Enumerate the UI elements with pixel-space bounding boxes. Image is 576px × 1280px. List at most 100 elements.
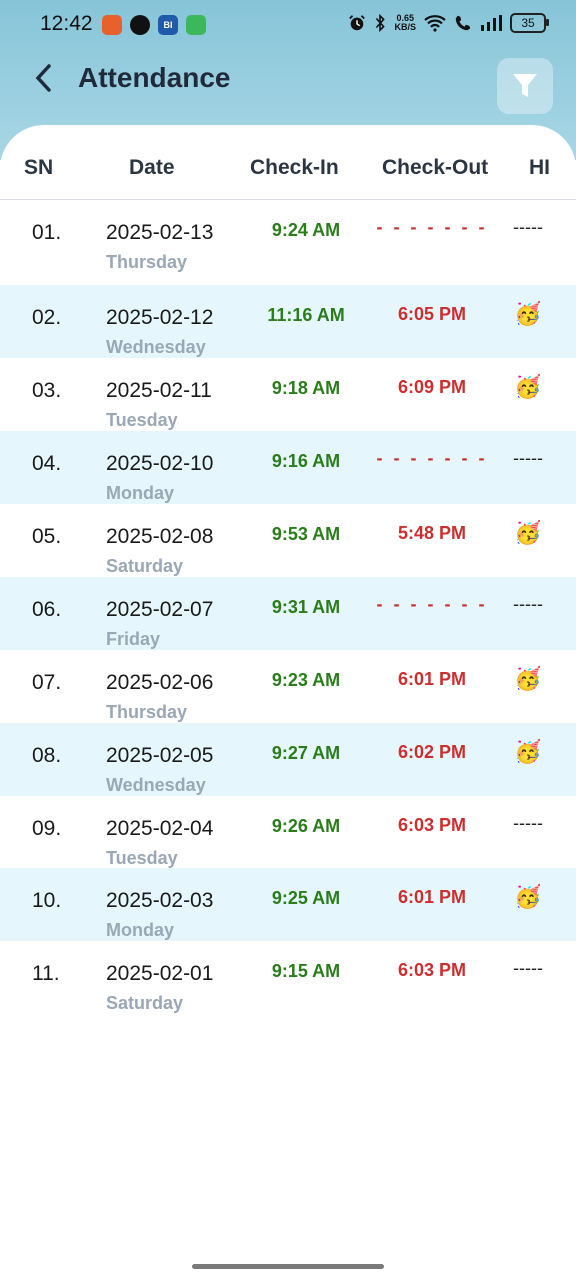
- row-day: Tuesday: [106, 410, 178, 430]
- table-row[interactable]: 09. 2025-02-04 Tuesday 9:26 AM 6:03 PM -…: [0, 796, 576, 869]
- row-sn: 02.: [32, 306, 62, 329]
- party-face-icon: 🥳: [514, 301, 542, 326]
- network-speed: 0.65 KB/S: [394, 14, 416, 32]
- row-hi: -----: [513, 217, 543, 237]
- table-row[interactable]: 10. 2025-02-03 Monday 9:25 AM 6:01 PM 🥳: [0, 868, 576, 941]
- row-check-in: 9:25 AM: [271, 888, 341, 908]
- party-face-icon: 🥳: [514, 520, 542, 545]
- row-check-out: 6:01 PM: [397, 887, 467, 907]
- row-hi: -----: [513, 958, 543, 978]
- table-row[interactable]: 03. 2025-02-11 Tuesday 9:18 AM 6:09 PM 🥳: [0, 358, 576, 431]
- row-check-out: - - - - - - -: [376, 217, 488, 237]
- battery-icon: 35: [510, 13, 549, 33]
- row-day: Friday: [106, 629, 161, 649]
- green-app-icon: [186, 15, 206, 35]
- row-sn: 03.: [32, 379, 62, 402]
- row-day: Monday: [106, 920, 175, 940]
- row-check-out: 6:09 PM: [397, 377, 467, 397]
- snapchat-icon: [130, 15, 150, 35]
- table-row[interactable]: 02. 2025-02-12 Wednesday 11:16 AM 6:05 P…: [0, 285, 576, 358]
- row-date: 2025-02-08: [106, 525, 214, 548]
- row-date: 2025-02-04: [106, 817, 214, 840]
- table-row[interactable]: 11. 2025-02-01 Saturday 9:15 AM 6:03 PM …: [0, 941, 576, 1014]
- call-icon: [455, 15, 471, 31]
- column-header-check-out: Check-Out: [382, 156, 489, 179]
- table-row[interactable]: 08. 2025-02-05 Wednesday 9:27 AM 6:02 PM…: [0, 723, 576, 796]
- attendance-sheet: SN Date Check-In Check-Out HI 01. 2025-0…: [0, 125, 576, 1280]
- row-date: 2025-02-03: [106, 889, 214, 912]
- row-check-out: 6:03 PM: [397, 815, 467, 835]
- row-sn: 06.: [32, 598, 62, 621]
- row-check-out: - - - - - - -: [376, 448, 488, 468]
- row-day: Tuesday: [106, 848, 178, 868]
- home-indicator[interactable]: [192, 1264, 384, 1269]
- row-day: Saturday: [106, 993, 184, 1013]
- row-day: Wednesday: [106, 337, 206, 357]
- row-check-in: 9:31 AM: [271, 597, 341, 617]
- party-face-icon: 🥳: [514, 666, 542, 691]
- row-day: Wednesday: [106, 775, 206, 795]
- row-sn: 01.: [32, 221, 62, 244]
- table-row[interactable]: 06. 2025-02-07 Friday 9:31 AM - - - - - …: [0, 577, 576, 650]
- row-day: Thursday: [106, 252, 188, 272]
- status-icons: 0.65 KB/S 35: [348, 13, 549, 33]
- row-hi: -----: [513, 594, 543, 614]
- row-check-out: 6:02 PM: [397, 742, 467, 762]
- row-day: Thursday: [106, 702, 188, 722]
- orange-app-icon: [102, 15, 122, 35]
- row-sn: 10.: [32, 889, 62, 912]
- column-header-check-in: Check-In: [250, 156, 339, 179]
- row-check-in: 9:23 AM: [271, 670, 341, 690]
- row-sn: 08.: [32, 744, 62, 767]
- notification-icons: BI: [102, 15, 206, 35]
- signal-icon: [481, 15, 502, 31]
- table-row[interactable]: 05. 2025-02-08 Saturday 9:53 AM 5:48 PM …: [0, 504, 576, 577]
- row-check-in: 9:15 AM: [271, 961, 341, 981]
- table-row[interactable]: 07. 2025-02-06 Thursday 9:23 AM 6:01 PM …: [0, 650, 576, 723]
- table-row[interactable]: 01. 2025-02-13 Thursday 9:24 AM - - - - …: [0, 200, 576, 273]
- chevron-left-icon: [35, 64, 51, 92]
- party-face-icon: 🥳: [514, 739, 542, 764]
- row-sn: 04.: [32, 452, 62, 475]
- row-date: 2025-02-13: [106, 221, 214, 244]
- network-speed-unit: KB/S: [394, 22, 416, 32]
- row-check-in: 11:16 AM: [267, 305, 345, 325]
- row-check-in: 9:16 AM: [271, 451, 341, 471]
- column-header-date: Date: [129, 156, 175, 179]
- back-button[interactable]: [26, 60, 62, 96]
- row-sn: 11.: [32, 962, 60, 985]
- wifi-icon: [424, 15, 446, 32]
- bluetooth-icon: [376, 14, 386, 32]
- row-date: 2025-02-10: [106, 452, 214, 475]
- row-check-out: 6:05 PM: [397, 304, 467, 324]
- row-day: Saturday: [106, 556, 184, 576]
- row-date: 2025-02-06: [106, 671, 214, 694]
- page-title: Attendance: [78, 62, 231, 93]
- alarm-icon: [349, 15, 366, 31]
- row-sn: 05.: [32, 525, 62, 548]
- party-face-icon: 🥳: [514, 884, 542, 909]
- row-check-out: 6:01 PM: [397, 669, 467, 689]
- row-check-in: 9:27 AM: [271, 743, 341, 763]
- status-bar: 12:42 BI 0.65 KB/S 35: [0, 0, 576, 50]
- row-check-out: 6:03 PM: [397, 960, 467, 980]
- row-hi: -----: [513, 448, 543, 468]
- row-check-in: 9:24 AM: [271, 220, 341, 240]
- table-row[interactable]: 04. 2025-02-10 Monday 9:16 AM - - - - - …: [0, 431, 576, 504]
- status-time: 12:42: [40, 12, 93, 35]
- party-face-icon: 🥳: [514, 374, 542, 399]
- row-date: 2025-02-11: [106, 379, 212, 402]
- row-check-out: 5:48 PM: [397, 523, 467, 543]
- row-date: 2025-02-12: [106, 306, 214, 329]
- filter-button[interactable]: [497, 58, 553, 114]
- row-check-in: 9:18 AM: [271, 378, 341, 398]
- row-date: 2025-02-05: [106, 744, 214, 767]
- row-date: 2025-02-01: [106, 962, 214, 985]
- row-check-in: 9:53 AM: [271, 524, 341, 544]
- row-sn: 07.: [32, 671, 62, 694]
- row-check-in: 9:26 AM: [271, 816, 341, 836]
- table-header: SN Date Check-In Check-Out HI: [0, 125, 576, 200]
- column-header-sn: SN: [24, 156, 54, 179]
- row-day: Monday: [106, 483, 175, 503]
- blue-app-icon: BI: [158, 15, 178, 35]
